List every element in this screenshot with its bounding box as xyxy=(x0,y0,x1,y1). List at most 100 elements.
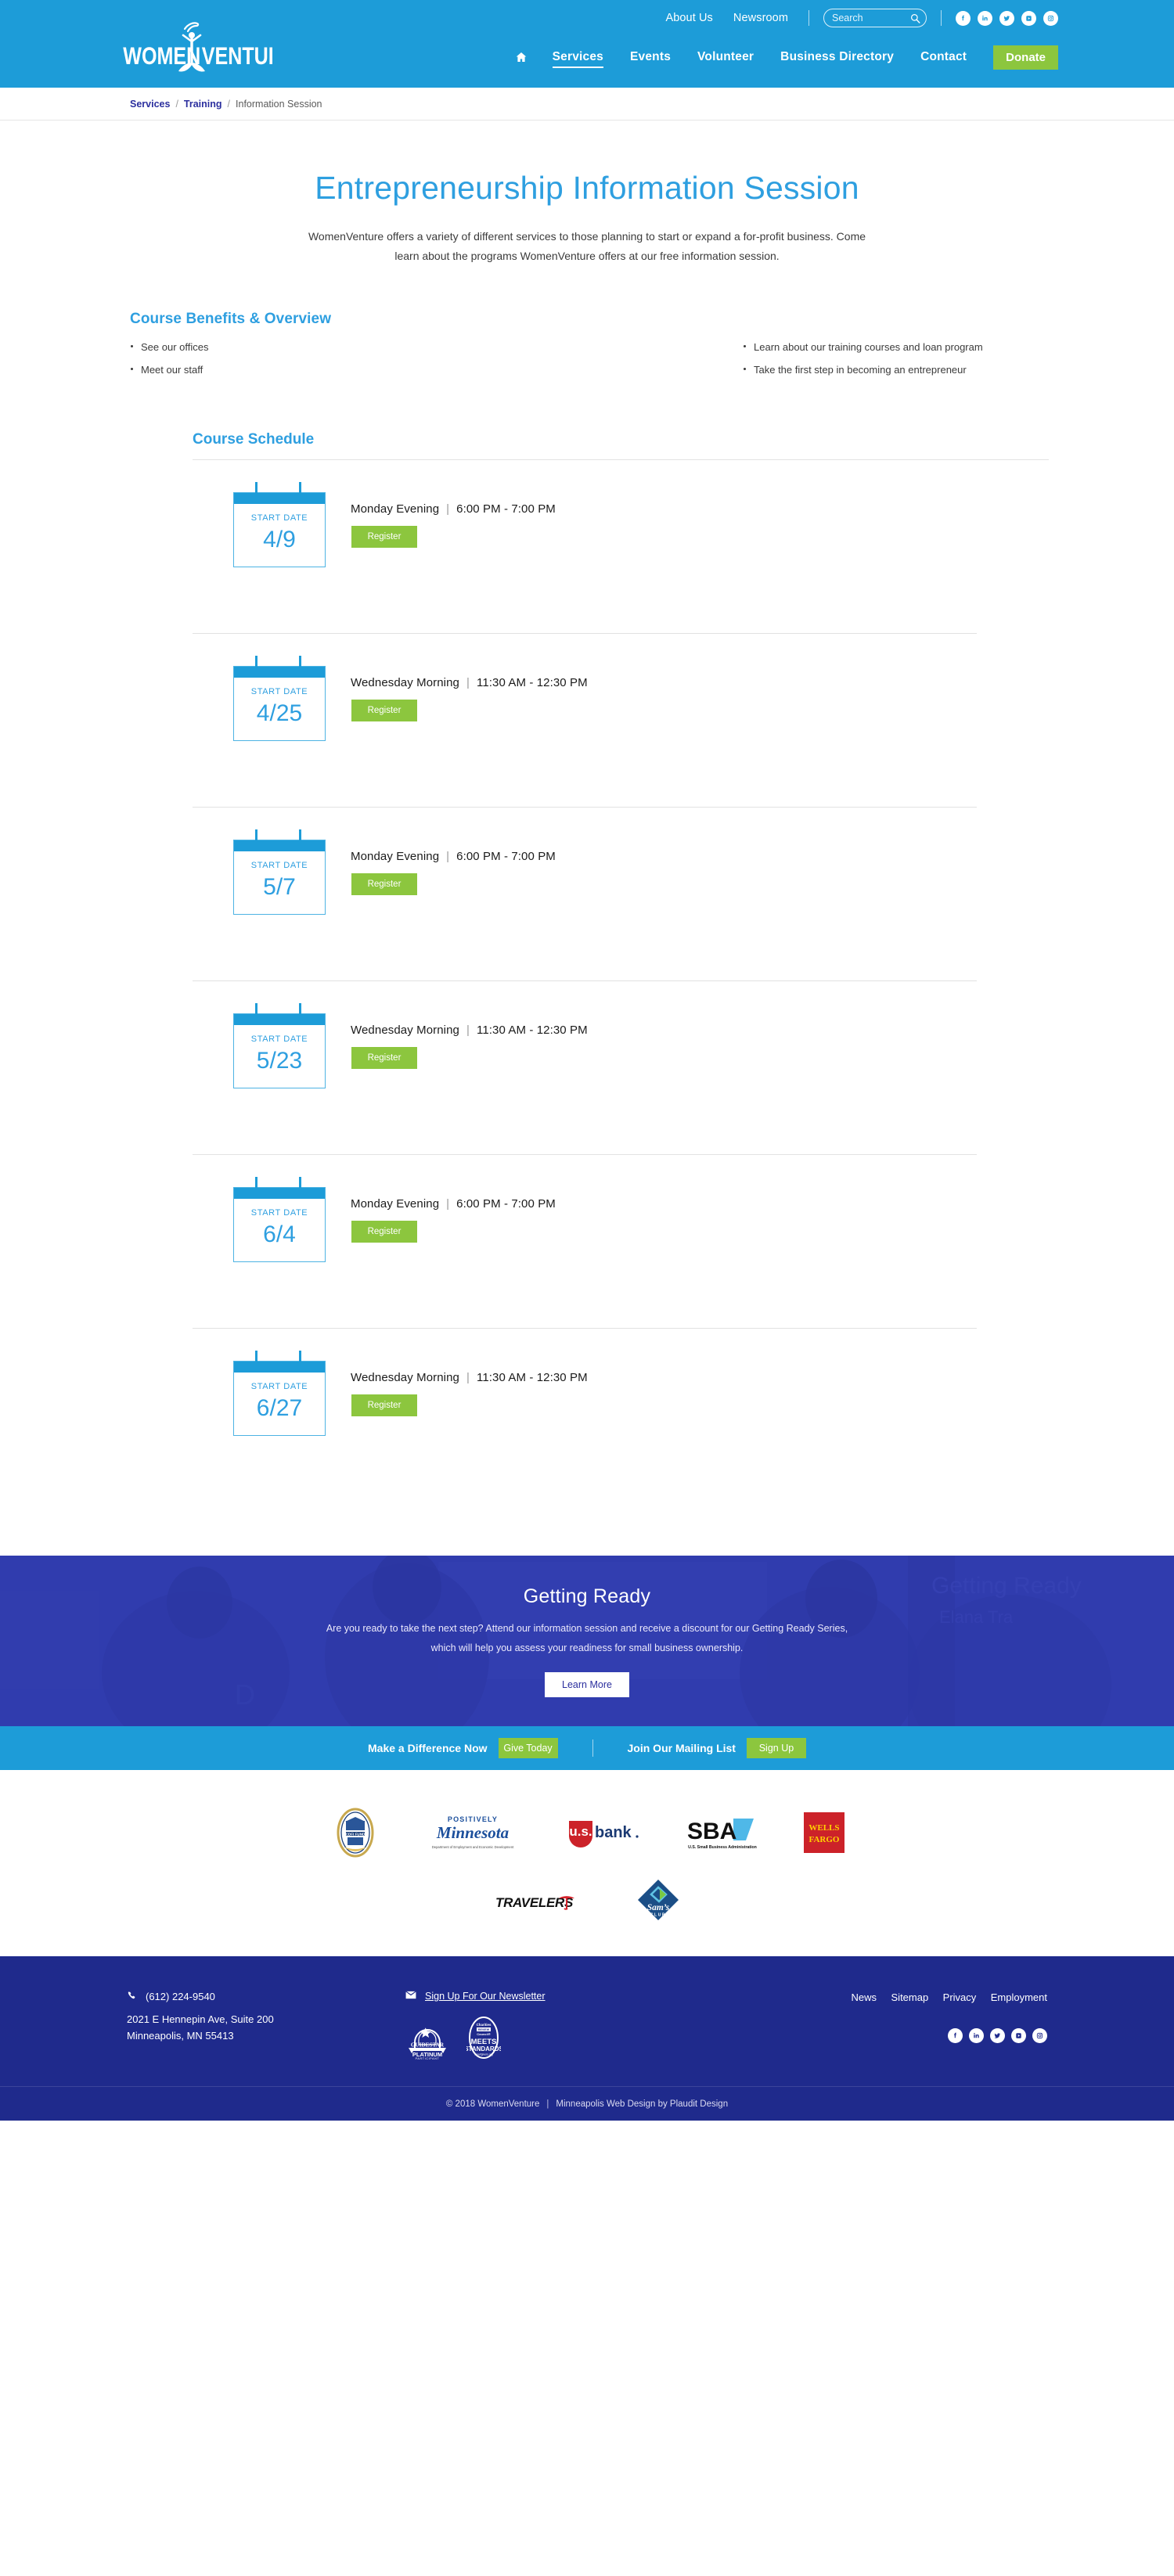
breadcrumb-item-current: Information Session xyxy=(236,98,322,110)
svg-text:GUIDESTAR: GUIDESTAR xyxy=(411,2042,445,2049)
svg-text:bank: bank xyxy=(595,1824,632,1841)
facebook-icon[interactable] xyxy=(956,10,971,26)
start-date-label: START DATE xyxy=(250,513,308,523)
svg-text:REVIEW: REVIEW xyxy=(478,2029,490,2032)
nav-item-services[interactable]: Services xyxy=(552,47,603,68)
cta-strip: Make a Difference Now Give Today Join Ou… xyxy=(0,1726,1174,1771)
linkedin-icon[interactable] xyxy=(978,10,992,26)
session-separator: | xyxy=(446,502,450,516)
credit-link[interactable]: Minneapolis Web Design by Plaudit Design xyxy=(556,2099,728,2109)
instagram-icon[interactable] xyxy=(1032,2028,1047,2044)
nav-item-business-directory[interactable]: Business Directory xyxy=(780,47,894,67)
register-button[interactable]: Register xyxy=(351,526,417,549)
search-icon[interactable] xyxy=(910,13,920,23)
svg-text:FARGO: FARGO xyxy=(808,1835,839,1844)
calendar-header-bar xyxy=(234,493,325,505)
page-intro: WomenVenture offers a variety of differe… xyxy=(308,230,866,262)
nav-item-contact[interactable]: Contact xyxy=(920,47,967,67)
svg-text:STANDARDS: STANDARDS xyxy=(466,2045,501,2053)
course-schedule-section: Course Schedule START DATE 4/9 Monday Even… xyxy=(125,431,1049,1502)
schedule-row: START DATE 6/27 Wednesday Morning | 11:30 AM… xyxy=(193,1329,977,1502)
twitter-icon[interactable] xyxy=(990,2028,1005,2044)
utility-link-newsroom[interactable]: Newsroom xyxy=(733,12,788,24)
donate-button[interactable]: Donate xyxy=(993,45,1058,70)
calendar-rings-icon xyxy=(233,482,326,494)
schedule-rows: START DATE 4/9 Monday Evening | 6:00 PM - 7:… xyxy=(193,460,1049,1502)
footer-badges: GUIDESTAR PLATINUM PARTICIPANT Charities… xyxy=(405,2016,742,2060)
utility-link-about-us[interactable]: About Us xyxy=(665,12,712,24)
calendar-header-bar xyxy=(234,1362,325,1373)
nav-item-events[interactable]: Events xyxy=(630,47,671,67)
sba-logo: SBA U.S. Small Business Administration xyxy=(685,1814,760,1851)
register-button[interactable]: Register xyxy=(351,1221,417,1243)
schedule-detail: Wednesday Morning | 11:30 AM - 12:30 PM Reg… xyxy=(351,1351,588,1417)
schedule-detail: Monday Evening | 6:00 PM - 7:00 PM Register xyxy=(351,482,556,549)
search-input[interactable] xyxy=(832,13,910,23)
footer-phone-row[interactable]: (612) 224-9540 xyxy=(127,1991,405,2002)
start-date-label: START DATE xyxy=(250,1382,308,1392)
nav-item-volunteer[interactable]: Volunteer xyxy=(697,47,754,67)
youtube-icon[interactable] xyxy=(1021,10,1036,26)
benefit-item: Take the first step in becoming an entre… xyxy=(743,365,1017,375)
footer-social-list xyxy=(742,2028,1047,2044)
newsletter-label: Sign Up For Our Newsletter xyxy=(425,1991,546,2002)
sponsors-row-2: TRAVELERS Sam’s CLUB xyxy=(0,1878,1174,1922)
schedule-detail: Monday Evening | 6:00 PM - 7:00 PM Register xyxy=(351,1177,556,1243)
footer-link-privacy[interactable]: Privacy xyxy=(943,1991,977,2003)
footer-link-employment[interactable]: Employment xyxy=(991,1991,1047,2003)
instagram-icon[interactable] xyxy=(1043,10,1058,26)
svg-text:Council®: Council® xyxy=(477,2032,491,2036)
session-time: 11:30 AM - 12:30 PM xyxy=(477,1371,588,1385)
banner-content: Getting Ready Are you ready to take the … xyxy=(0,1585,1174,1697)
schedule-heading: Course Schedule xyxy=(193,431,315,448)
benefits-heading: Course Benefits & Overview xyxy=(130,311,332,328)
sign-up-button[interactable]: Sign Up xyxy=(746,1738,806,1759)
session-separator: | xyxy=(466,1371,470,1385)
svg-text:U.S. Small Business Administra: U.S. Small Business Administration xyxy=(688,1845,757,1850)
envelope-icon xyxy=(405,1991,425,2002)
register-button[interactable]: Register xyxy=(351,1394,417,1417)
site-header: About Us Newsroom Search WOMEN VENTU Ser… xyxy=(0,0,1174,88)
site-footer: (612) 224-9540 2021 E Hennepin Ave, Suit… xyxy=(0,1956,1174,2087)
svg-text:CLUB: CLUB xyxy=(650,1913,666,1918)
svg-text:Department of Employment and E: Department of Employment and Economic De… xyxy=(431,1845,513,1849)
svg-text:PARTICIPANT: PARTICIPANT xyxy=(416,2057,440,2060)
calendar-header-bar xyxy=(234,667,325,678)
twitter-icon[interactable] xyxy=(999,10,1014,26)
breadcrumb: Services / Training / Information Sessio… xyxy=(0,88,1174,121)
learn-more-button[interactable]: Learn More xyxy=(545,1671,629,1697)
breadcrumb-item-services[interactable]: Services xyxy=(130,99,170,110)
home-icon[interactable] xyxy=(515,51,528,63)
search-box[interactable] xyxy=(823,9,927,27)
calendar-card: START DATE 6/27 xyxy=(233,1351,326,1437)
register-button[interactable]: Register xyxy=(351,873,417,896)
womenventure-logo-mark: WOMEN VENTURE xyxy=(123,22,272,72)
schedule-detail: Wednesday Morning | 11:30 AM - 12:30 PM Reg… xyxy=(351,1003,588,1070)
benefit-item: Meet our staff xyxy=(130,365,558,375)
sponsors-row-1: CDFI FUND POSITIVELY Minnesota Departmen… xyxy=(0,1808,1174,1858)
benefit-item: See our offices xyxy=(130,342,558,352)
facebook-icon[interactable] xyxy=(948,2028,963,2044)
footer-links: News Sitemap Privacy Employment xyxy=(742,1991,1047,2005)
give-today-button[interactable]: Give Today xyxy=(498,1738,558,1759)
footer-contact: (612) 224-9540 2021 E Hennepin Ave, Suit… xyxy=(116,1991,405,2060)
session-time: 11:30 AM - 12:30 PM xyxy=(477,1024,588,1038)
session-separator: | xyxy=(446,850,450,864)
footer-link-news[interactable]: News xyxy=(852,1991,877,2003)
register-button[interactable]: Register xyxy=(351,700,417,722)
session-day: Wednesday Morning xyxy=(351,1024,459,1038)
session-day: Monday Evening xyxy=(351,502,440,516)
footer-link-sitemap[interactable]: Sitemap xyxy=(891,1991,929,2003)
session-time: 11:30 AM - 12:30 PM xyxy=(477,676,588,690)
newsletter-signup-link[interactable]: Sign Up For Our Newsletter xyxy=(405,1991,742,2002)
register-button[interactable]: Register xyxy=(351,1047,417,1070)
charities-review-badge: Charities REVIEW Council® MEETS STANDARD… xyxy=(464,2016,503,2060)
site-logo[interactable]: WOMEN VENTURE xyxy=(116,19,272,85)
breadcrumb-item-training[interactable]: Training xyxy=(184,99,222,110)
start-date-value: 6/27 xyxy=(256,1395,303,1422)
utility-divider xyxy=(808,10,809,26)
calendar-card: START DATE 5/23 xyxy=(233,1003,326,1089)
youtube-icon[interactable] xyxy=(1011,2028,1026,2044)
linkedin-icon[interactable] xyxy=(969,2028,984,2044)
start-date-value: 6/4 xyxy=(263,1221,296,1248)
